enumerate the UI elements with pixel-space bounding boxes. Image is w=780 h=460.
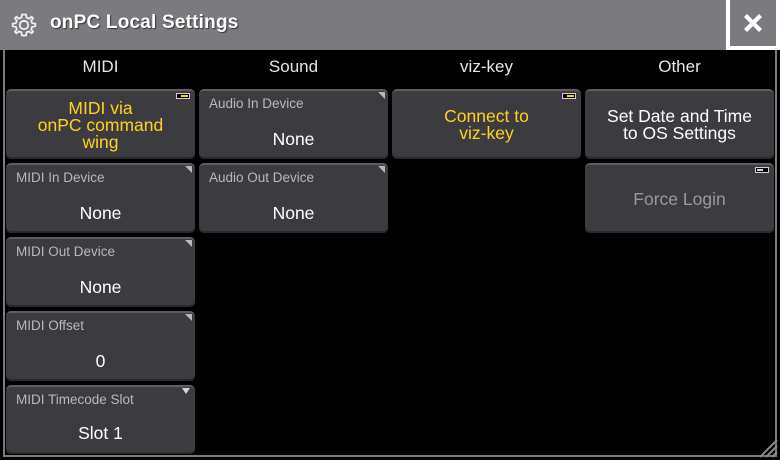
connect-vizkey-label: Connect to viz-key xyxy=(444,106,529,143)
column-header-vizkey: viz-key xyxy=(460,57,513,76)
midi-out-device-button[interactable]: MIDI Out Device None xyxy=(6,237,195,307)
column-header-midi: MIDI xyxy=(82,57,119,76)
force-login-toggle[interactable]: Force Login xyxy=(585,163,774,233)
connect-vizkey-toggle[interactable]: Connect to viz-key xyxy=(392,89,581,159)
midi-in-device-label: MIDI In Device xyxy=(16,170,105,185)
column-header-other: Other xyxy=(658,57,701,76)
midi-offset-label: MIDI Offset xyxy=(16,318,85,333)
resize-grip-icon[interactable] xyxy=(754,436,778,458)
audio-in-device-value: None xyxy=(272,129,315,149)
midi-out-device-value: None xyxy=(79,277,122,297)
midi-timecode-slot-value: Slot 1 xyxy=(78,423,123,443)
edit-corner-icon xyxy=(185,166,192,173)
midi-via-wing-label: MIDI via onPC command wing xyxy=(37,97,164,152)
midi-in-device-button[interactable]: MIDI In Device None xyxy=(6,163,195,233)
audio-out-device-label: Audio Out Device xyxy=(209,170,315,185)
midi-offset-button[interactable]: MIDI Offset 0 xyxy=(6,311,195,381)
close-icon xyxy=(744,14,762,32)
edit-corner-icon xyxy=(378,92,385,99)
window-title: onPC Local Settings xyxy=(50,12,239,33)
set-date-time-label: Set Date and Time to OS Settings xyxy=(607,106,752,143)
midi-timecode-slot-select[interactable]: MIDI Timecode Slot Slot 1 xyxy=(6,385,195,454)
midi-offset-value: 0 xyxy=(95,351,106,371)
close-button[interactable] xyxy=(726,0,780,50)
column-header-sound: Sound xyxy=(268,57,319,76)
audio-in-device-label: Audio In Device xyxy=(209,96,304,111)
midi-in-device-value: None xyxy=(79,203,122,223)
audio-out-device-value: None xyxy=(272,203,315,223)
midi-via-wing-toggle[interactable]: MIDI via onPC command wing xyxy=(6,89,195,159)
gear-icon[interactable] xyxy=(10,11,38,39)
audio-out-device-button[interactable]: Audio Out Device None xyxy=(199,163,388,233)
midi-timecode-slot-label: MIDI Timecode Slot xyxy=(16,392,134,407)
title-bar: onPC Local Settings xyxy=(0,0,780,50)
edit-corner-icon xyxy=(185,240,192,247)
edit-corner-icon xyxy=(378,166,385,173)
audio-in-device-button[interactable]: Audio In Device None xyxy=(199,89,388,159)
set-date-time-button[interactable]: Set Date and Time to OS Settings xyxy=(585,89,774,159)
edit-corner-icon xyxy=(185,314,192,321)
chevron-down-icon xyxy=(182,388,190,394)
force-login-label: Force Login xyxy=(633,188,726,209)
midi-out-device-label: MIDI Out Device xyxy=(16,244,116,259)
